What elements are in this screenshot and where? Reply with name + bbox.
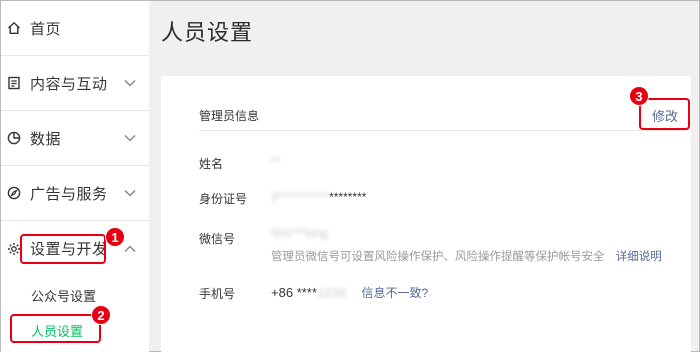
document-icon — [6, 75, 22, 91]
id-masked: ******* — [296, 190, 330, 204]
sidebar-item-label: 广告与服务 — [30, 185, 108, 203]
chevron-down-icon — [123, 76, 137, 90]
annotation-badge-3: 3 — [629, 86, 649, 106]
annotation-highlight-personnel — [10, 314, 101, 343]
page-title: 人员设置 — [161, 20, 254, 45]
phone-hidden: 1234 — [316, 285, 346, 300]
sidebar-item-home[interactable]: 首页 — [1, 1, 149, 56]
wechat-value: Wxi***lang — [271, 226, 328, 240]
chevron-down-icon — [123, 131, 137, 145]
compass-icon — [6, 185, 22, 201]
phone-mismatch-link[interactable]: 信息不一致? — [361, 286, 428, 300]
id-prefix: 3**** — [271, 190, 297, 204]
annotation-highlight-settings — [20, 234, 106, 264]
sidebar-subitem-account-settings[interactable]: 公众号设置 — [31, 286, 96, 305]
sidebar-item-label: 首页 — [30, 20, 62, 38]
phone-prefix: +86 — [271, 285, 294, 300]
annotation-highlight-edit — [639, 98, 690, 130]
name-value: ** — [271, 155, 281, 169]
wechat-detail-link[interactable]: 详细说明 — [616, 251, 662, 263]
wechat-label: 微信号 — [199, 232, 236, 246]
sidebar: 首页 内容与互动 数据 广告与服务 设置与开发 公众号设置 人员设置 — [1, 1, 149, 352]
sidebar-item-data[interactable]: 数据 — [1, 111, 149, 166]
id-value: 3******************* — [271, 190, 366, 204]
sidebar-item-label: 数据 — [30, 130, 62, 148]
sidebar-item-ads[interactable]: 广告与服务 — [1, 166, 149, 221]
wechat-hint: 管理员微信号可设置风险操作保护、风险操作提醒等保护帐号安全 详细说明 — [271, 248, 662, 264]
chevron-up-icon — [123, 242, 137, 256]
id-label: 身份证号 — [199, 192, 248, 206]
divider — [199, 130, 687, 131]
wechat-hint-text: 管理员微信号可设置风险操作保护、风险操作提醒等保护帐号安全 — [271, 251, 605, 263]
phone-masked: **** — [296, 285, 317, 300]
admin-info-card: 管理员信息 修改 姓名 ** 身份证号 3*******************… — [161, 76, 691, 352]
pie-chart-icon — [6, 130, 22, 146]
id-suffix: ******** — [329, 190, 367, 204]
sidebar-item-content[interactable]: 内容与互动 — [1, 56, 149, 111]
name-label: 姓名 — [199, 157, 224, 171]
annotation-badge-1: 1 — [105, 227, 125, 247]
home-icon — [6, 20, 22, 36]
section-title: 管理员信息 — [199, 109, 260, 123]
sidebar-item-label: 内容与互动 — [30, 75, 108, 93]
phone-value: +86 ****1234 信息不一致? — [271, 284, 428, 301]
annotation-badge-2: 2 — [91, 305, 111, 325]
chevron-down-icon — [123, 186, 137, 200]
phone-label: 手机号 — [199, 287, 236, 301]
